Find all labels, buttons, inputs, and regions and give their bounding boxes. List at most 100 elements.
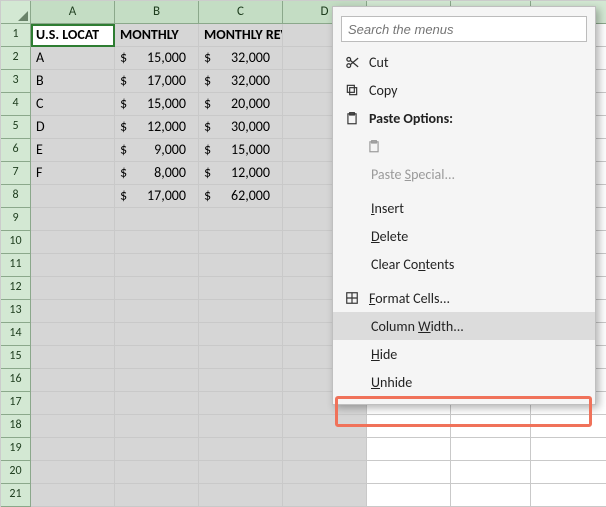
cell-A21[interactable] bbox=[31, 484, 115, 507]
cell-B9[interactable] bbox=[115, 208, 199, 231]
cell-A7[interactable]: F bbox=[31, 162, 115, 185]
cell-B20[interactable] bbox=[115, 461, 199, 484]
column-header-C[interactable]: C bbox=[199, 1, 283, 24]
cell-C18[interactable] bbox=[199, 415, 283, 438]
cell-C17[interactable] bbox=[199, 392, 283, 415]
cell-A11[interactable] bbox=[31, 254, 115, 277]
menu-item-cut[interactable]: Cut bbox=[333, 48, 595, 76]
cell-A15[interactable] bbox=[31, 346, 115, 369]
row-header-18[interactable]: 18 bbox=[1, 415, 31, 438]
cell-E20[interactable] bbox=[367, 461, 451, 484]
cell-F20[interactable] bbox=[451, 461, 531, 484]
cell-D20[interactable] bbox=[283, 461, 367, 484]
cell-B18[interactable] bbox=[115, 415, 199, 438]
cell-A1[interactable]: U.S. LOCAT bbox=[31, 24, 115, 47]
cell-B7[interactable]: $8,000 bbox=[115, 162, 199, 185]
select-all-corner[interactable] bbox=[1, 1, 31, 24]
cell-A10[interactable] bbox=[31, 231, 115, 254]
cell-A12[interactable] bbox=[31, 277, 115, 300]
cell-C1[interactable]: MONTHLY REVEN bbox=[199, 24, 283, 47]
row-header-6[interactable]: 6 bbox=[1, 139, 31, 162]
row-header-3[interactable]: 3 bbox=[1, 70, 31, 93]
menu-item-clear-contents[interactable]: Clear Contents bbox=[333, 250, 595, 278]
cell-B1[interactable]: MONTHLY bbox=[115, 24, 199, 47]
cell-B21[interactable] bbox=[115, 484, 199, 507]
cell-B4[interactable]: $15,000 bbox=[115, 93, 199, 116]
cell-C12[interactable] bbox=[199, 277, 283, 300]
column-header-A[interactable]: A bbox=[31, 1, 115, 24]
row-header-4[interactable]: 4 bbox=[1, 93, 31, 116]
row-header-17[interactable]: 17 bbox=[1, 392, 31, 415]
cell-C5[interactable]: $30,000 bbox=[199, 116, 283, 139]
menu-item-unhide[interactable]: Unhide bbox=[333, 368, 595, 396]
cell-C14[interactable] bbox=[199, 323, 283, 346]
menu-item-column-width[interactable]: Column Width... bbox=[333, 312, 595, 340]
cell-G18[interactable] bbox=[531, 415, 606, 438]
cell-B16[interactable] bbox=[115, 369, 199, 392]
cell-A19[interactable] bbox=[31, 438, 115, 461]
row-header-9[interactable]: 9 bbox=[1, 208, 31, 231]
cell-A4[interactable]: C bbox=[31, 93, 115, 116]
cell-B3[interactable]: $17,000 bbox=[115, 70, 199, 93]
cell-A17[interactable] bbox=[31, 392, 115, 415]
cell-F21[interactable] bbox=[451, 484, 531, 507]
cell-C20[interactable] bbox=[199, 461, 283, 484]
column-header-B[interactable]: B bbox=[115, 1, 199, 24]
cell-B13[interactable] bbox=[115, 300, 199, 323]
cell-G20[interactable] bbox=[531, 461, 606, 484]
row-header-16[interactable]: 16 bbox=[1, 369, 31, 392]
cell-A3[interactable]: B bbox=[31, 70, 115, 93]
row-header-12[interactable]: 12 bbox=[1, 277, 31, 300]
row-header-13[interactable]: 13 bbox=[1, 300, 31, 323]
menu-item-hide[interactable]: Hide bbox=[333, 340, 595, 368]
cell-C7[interactable]: $12,000 bbox=[199, 162, 283, 185]
cell-A14[interactable] bbox=[31, 323, 115, 346]
row-header-7[interactable]: 7 bbox=[1, 162, 31, 185]
cell-C6[interactable]: $15,000 bbox=[199, 139, 283, 162]
cell-C15[interactable] bbox=[199, 346, 283, 369]
menu-search-input[interactable] bbox=[341, 16, 587, 42]
cell-G19[interactable] bbox=[531, 438, 606, 461]
cell-C21[interactable] bbox=[199, 484, 283, 507]
cell-A13[interactable] bbox=[31, 300, 115, 323]
cell-A8[interactable] bbox=[31, 185, 115, 208]
menu-item-paste-default[interactable] bbox=[333, 132, 595, 160]
cell-C13[interactable] bbox=[199, 300, 283, 323]
cell-A16[interactable] bbox=[31, 369, 115, 392]
cell-B2[interactable]: $15,000 bbox=[115, 47, 199, 70]
cell-B17[interactable] bbox=[115, 392, 199, 415]
cell-E21[interactable] bbox=[367, 484, 451, 507]
row-header-10[interactable]: 10 bbox=[1, 231, 31, 254]
row-header-14[interactable]: 14 bbox=[1, 323, 31, 346]
cell-F18[interactable] bbox=[451, 415, 531, 438]
cell-A6[interactable]: E bbox=[31, 139, 115, 162]
cell-A9[interactable] bbox=[31, 208, 115, 231]
cell-B15[interactable] bbox=[115, 346, 199, 369]
cell-B6[interactable]: $9,000 bbox=[115, 139, 199, 162]
row-header-15[interactable]: 15 bbox=[1, 346, 31, 369]
cell-B14[interactable] bbox=[115, 323, 199, 346]
cell-D18[interactable] bbox=[283, 415, 367, 438]
cell-C2[interactable]: $32,000 bbox=[199, 47, 283, 70]
cell-A5[interactable]: D bbox=[31, 116, 115, 139]
cell-C16[interactable] bbox=[199, 369, 283, 392]
row-header-21[interactable]: 21 bbox=[1, 484, 31, 507]
cell-D19[interactable] bbox=[283, 438, 367, 461]
cell-G21[interactable] bbox=[531, 484, 606, 507]
cell-C19[interactable] bbox=[199, 438, 283, 461]
menu-item-delete[interactable]: Delete bbox=[333, 222, 595, 250]
row-header-2[interactable]: 2 bbox=[1, 47, 31, 70]
cell-A20[interactable] bbox=[31, 461, 115, 484]
cell-B11[interactable] bbox=[115, 254, 199, 277]
cell-C3[interactable]: $32,000 bbox=[199, 70, 283, 93]
cell-F19[interactable] bbox=[451, 438, 531, 461]
cell-B10[interactable] bbox=[115, 231, 199, 254]
row-header-5[interactable]: 5 bbox=[1, 116, 31, 139]
cell-B12[interactable] bbox=[115, 277, 199, 300]
cell-C9[interactable] bbox=[199, 208, 283, 231]
row-header-1[interactable]: 1 bbox=[1, 24, 31, 47]
cell-B5[interactable]: $12,000 bbox=[115, 116, 199, 139]
cell-A2[interactable]: A bbox=[31, 47, 115, 70]
row-header-19[interactable]: 19 bbox=[1, 438, 31, 461]
menu-item-insert[interactable]: Insert bbox=[333, 194, 595, 222]
